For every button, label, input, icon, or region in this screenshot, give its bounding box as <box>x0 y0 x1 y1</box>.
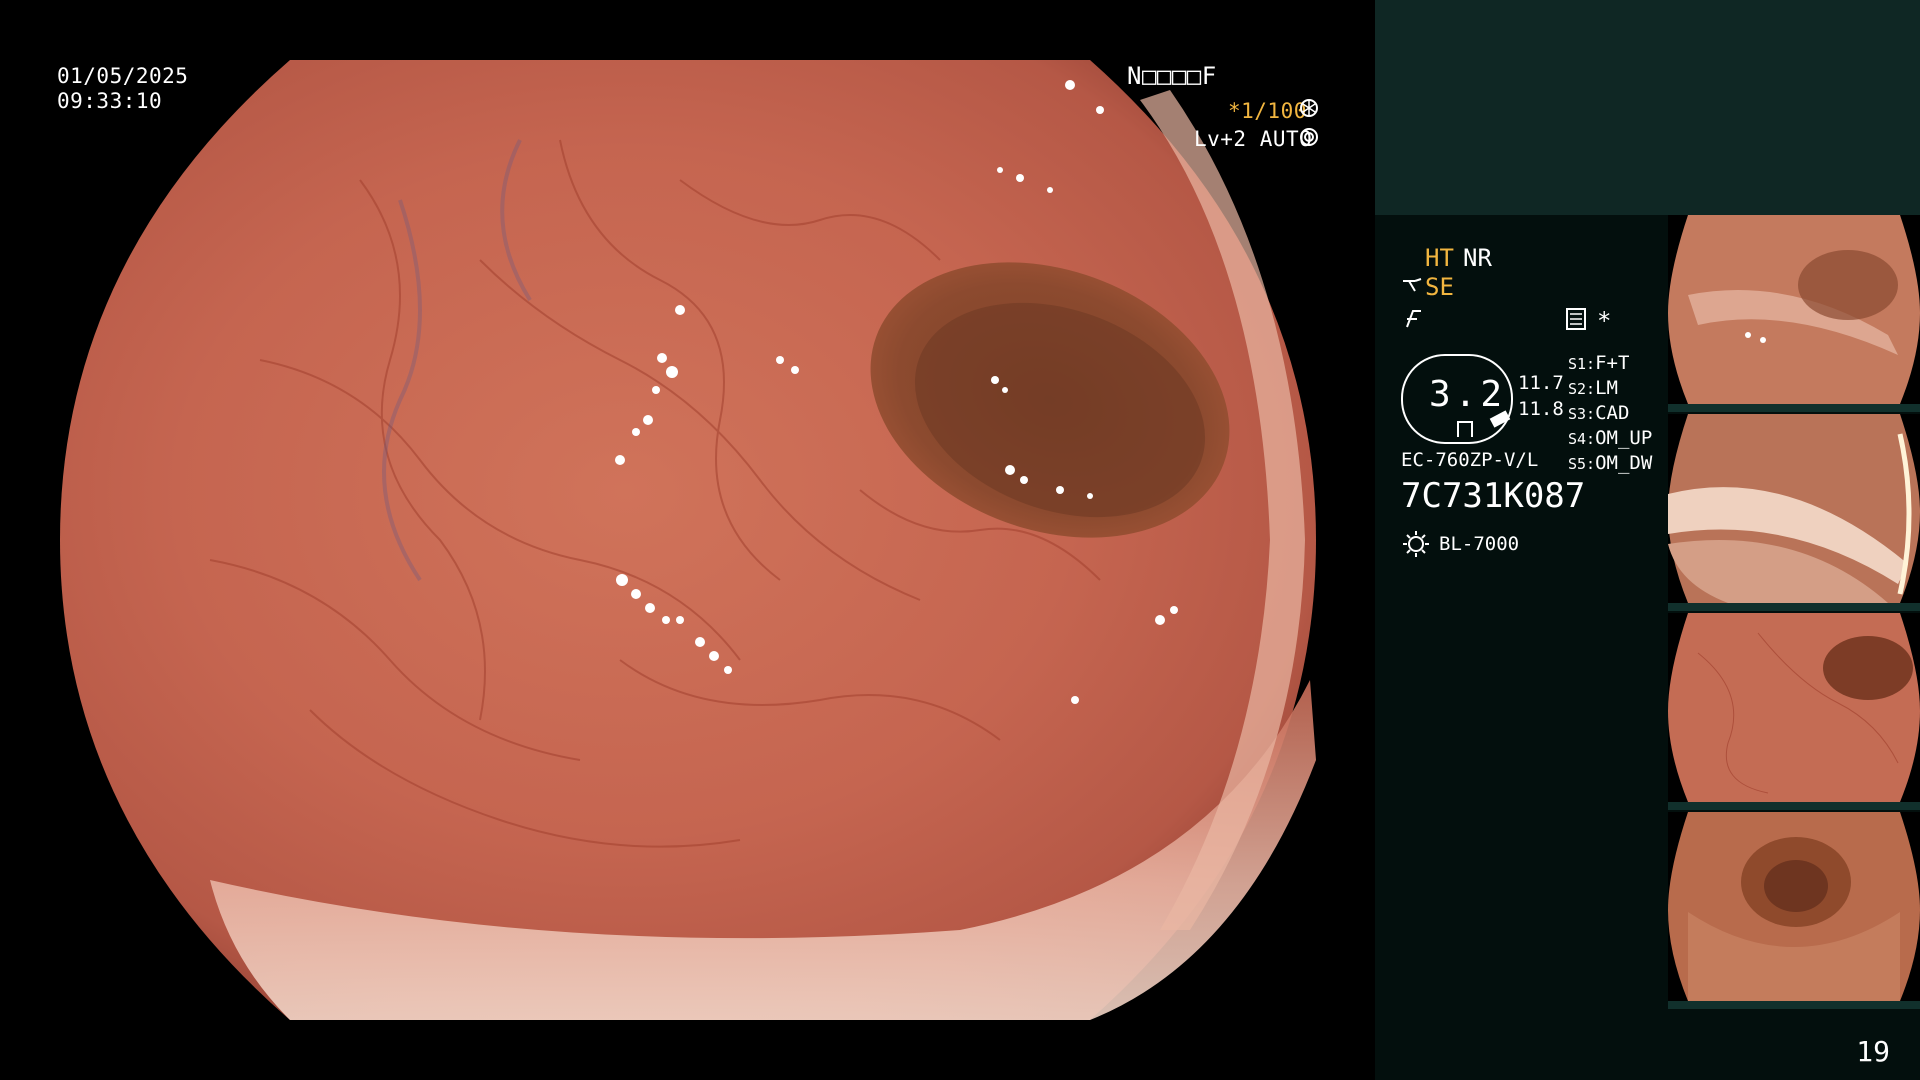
thumbnail-image[interactable] <box>1668 812 1920 1009</box>
exam-time: 09:33:10 <box>57 89 163 113</box>
mode-item: S3:CAD <box>1568 402 1630 424</box>
panel-header-area <box>1375 0 1920 215</box>
thumbnail-strip-bar <box>1668 802 1920 810</box>
target-icon <box>1299 127 1319 152</box>
thumbnail-strip-bar <box>1668 404 1920 412</box>
endoscopic-image <box>60 60 1316 1020</box>
endoscope-viewport: 01/05/2025 09:33:10 N□□□□F *1/100 Lv+2 A… <box>0 0 1375 1080</box>
thumbnail-image[interactable] <box>1668 414 1920 611</box>
scope-icon <box>1401 275 1425 303</box>
scope-zoom-badge: 3.2 <box>1401 354 1513 444</box>
range-upper: 11.7 <box>1518 372 1564 394</box>
mode-item: S1:F+T <box>1568 352 1630 374</box>
range-lower: 11.8 <box>1518 398 1564 420</box>
memo-icon <box>1565 307 1587 337</box>
light-source: BL-7000 <box>1439 533 1520 555</box>
nr-indicator: NR <box>1463 244 1492 272</box>
ht-indicator: HT <box>1425 244 1454 272</box>
settings-info: HT NR SE * 3.2 11.7 11.8 S1:F+T S2:LM S3… <box>1375 215 1670 1080</box>
mode-item: S5:OM_DW <box>1568 452 1653 474</box>
badge-tab <box>1457 421 1473 437</box>
thumbnail-strip-bar <box>1668 603 1920 611</box>
patient-id-code: N□□□□F <box>1127 62 1217 90</box>
scope-serial: 7C731K087 <box>1401 476 1586 516</box>
thumbnail-strip <box>1668 215 1920 1011</box>
aperture-icon <box>1299 98 1319 123</box>
shutter-speed: *1/100 <box>1228 99 1307 123</box>
mode-list: S1:F+T S2:LM S3:CAD S4:OM_UP S5:OM_DW <box>1568 352 1652 477</box>
se-indicator: SE <box>1425 273 1454 301</box>
mode-item: S2:LM <box>1568 377 1618 399</box>
exam-date: 01/05/2025 <box>57 64 189 88</box>
page-number: 19 <box>1856 1035 1890 1068</box>
scope-value: 3.2 <box>1429 374 1507 415</box>
light-source-icon <box>1401 529 1431 565</box>
thumbnail-strip-bar <box>1668 1001 1920 1009</box>
mode-item: S4:OM_UP <box>1568 427 1653 449</box>
brightness-level: Lv+2 AUTO <box>1194 127 1313 151</box>
thumbnail-image[interactable] <box>1668 613 1920 810</box>
asterisk-indicator: * <box>1597 307 1612 335</box>
scope-model: EC-760ZP-V/L <box>1401 449 1539 471</box>
flash-icon <box>1403 307 1423 335</box>
thumbnail-image[interactable] <box>1668 215 1920 412</box>
